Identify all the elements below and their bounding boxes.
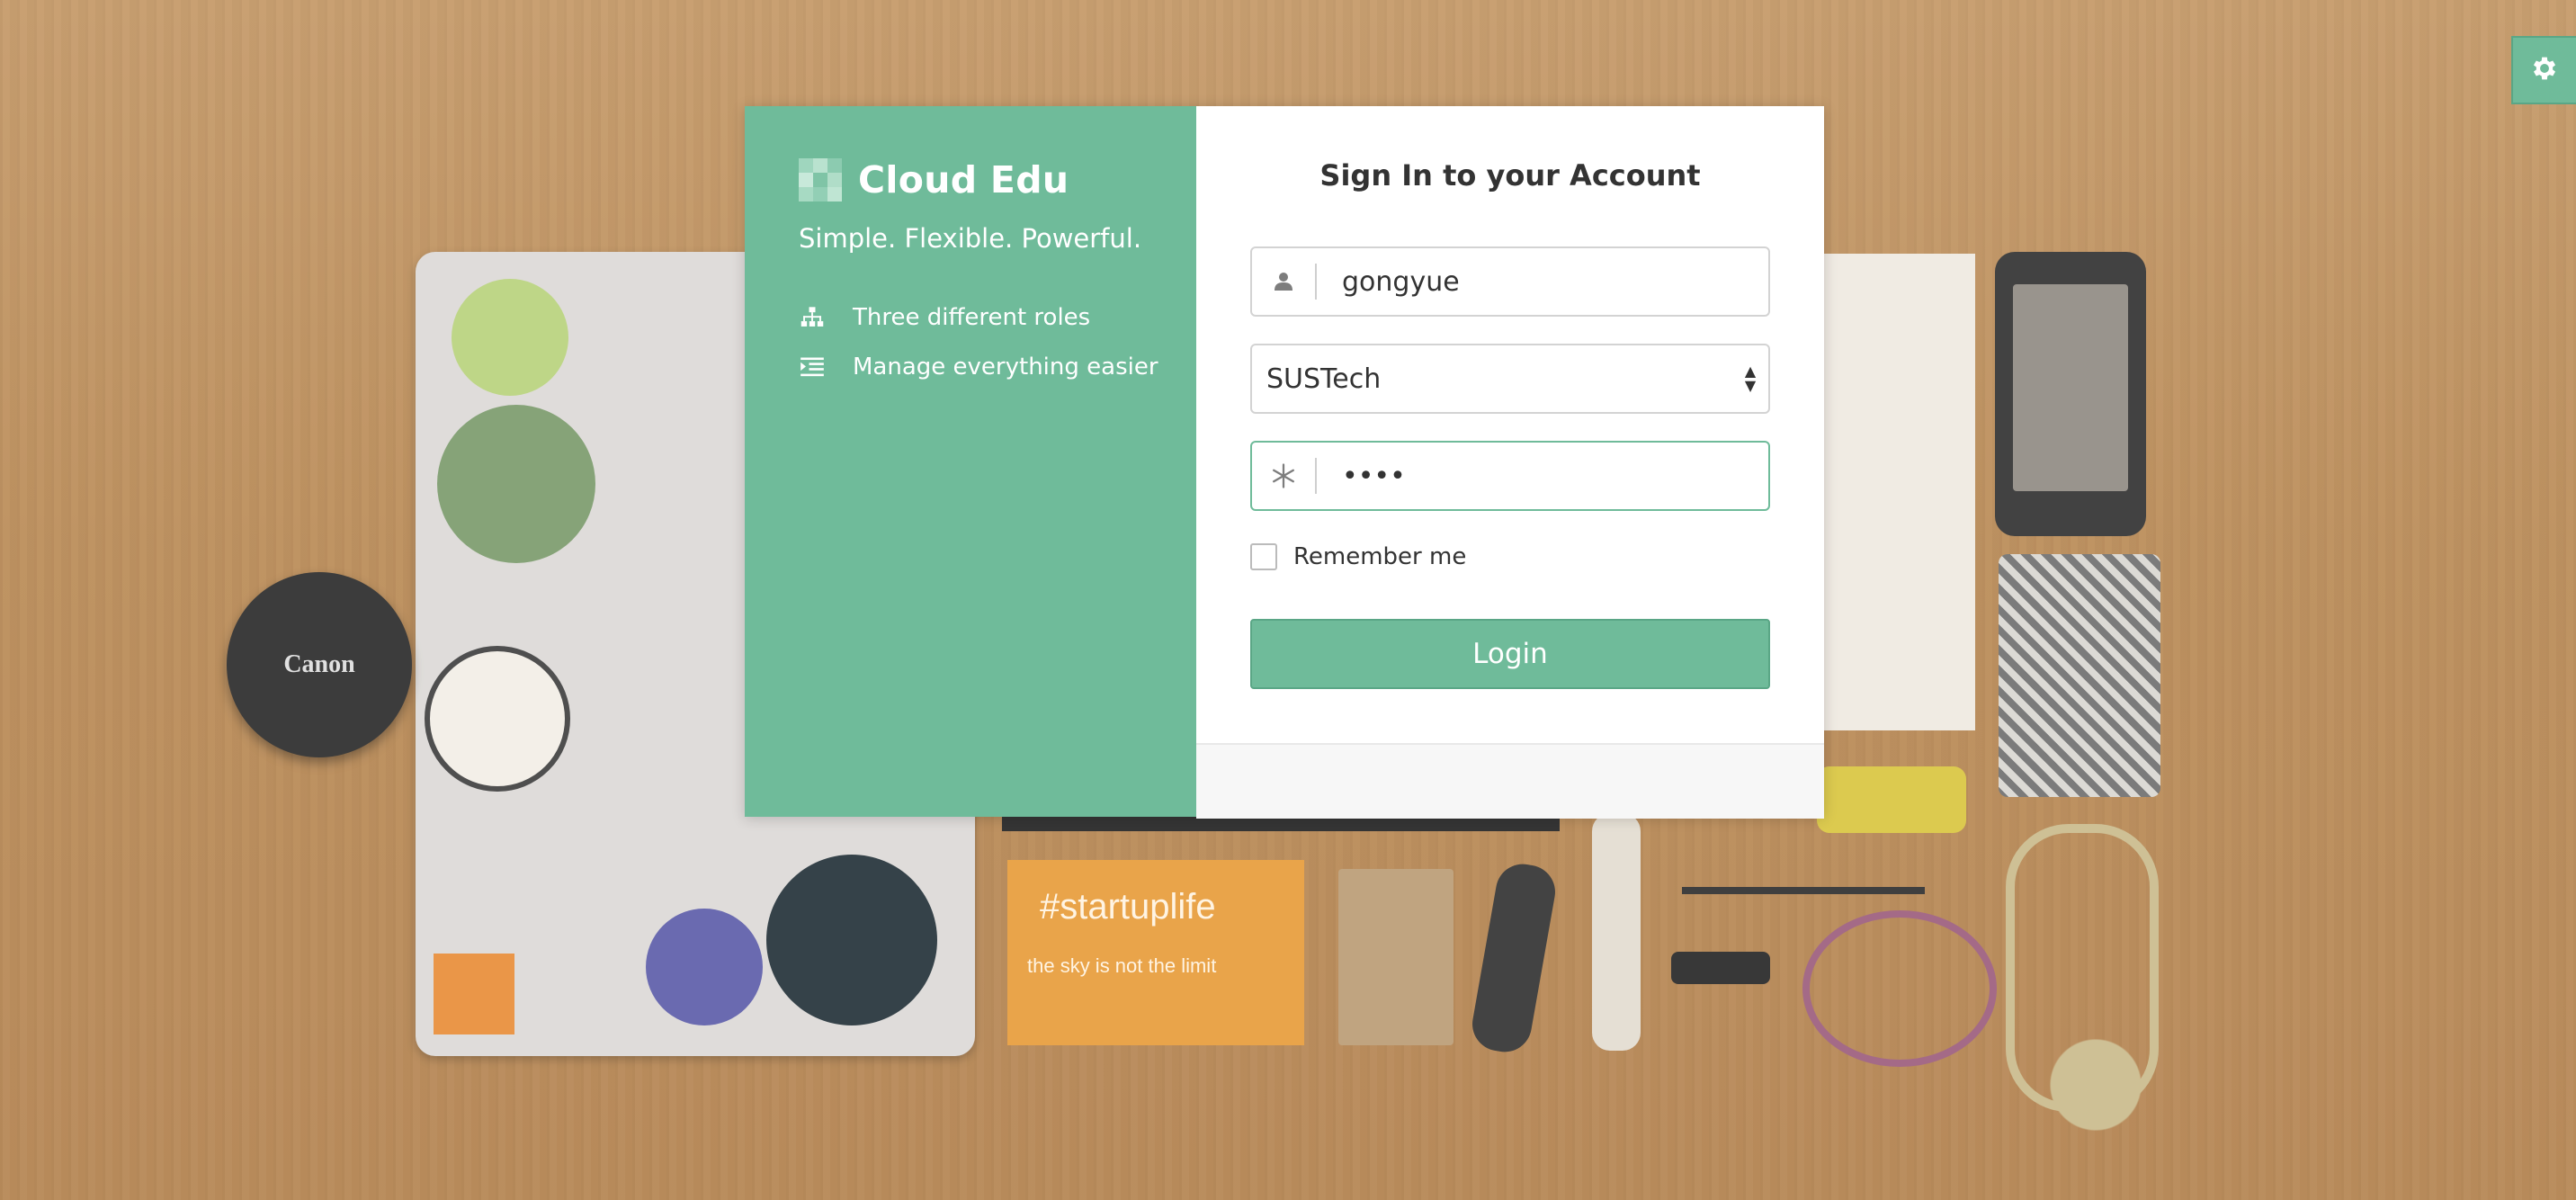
login-button[interactable]: Login — [1250, 619, 1770, 689]
signin-form: Sign In to your Account SUSTech ▲▼ — [1196, 106, 1824, 819]
school-select[interactable]: SUSTech ▲ ▼ — [1250, 344, 1770, 414]
user-icon — [1252, 246, 1315, 317]
form-footer — [1196, 743, 1824, 819]
login-panel: Cloud Edu Simple. Flexible. Powerful. Th… — [745, 106, 1824, 819]
school-select-value: SUSTech — [1266, 363, 1382, 395]
logo-square — [827, 158, 842, 173]
logo-square — [827, 173, 842, 187]
settings-button[interactable] — [2511, 36, 2576, 104]
indent-list-icon — [799, 354, 826, 381]
logo-square — [799, 158, 813, 173]
brand-name: Cloud Edu — [858, 158, 1069, 201]
logo-square — [799, 173, 813, 187]
brand-panel: Cloud Edu Simple. Flexible. Powerful. Th… — [745, 106, 1196, 817]
logo-square — [799, 187, 813, 201]
remember-me: Remember me — [1250, 543, 1466, 570]
logo-square — [827, 187, 842, 201]
logo-square — [813, 158, 827, 173]
select-arrows-icon: ▲ ▼ — [1744, 363, 1757, 394]
sitemap-icon — [799, 304, 826, 331]
username-input[interactable] — [1317, 250, 1768, 313]
password-field — [1250, 441, 1770, 511]
feature-roles: Three different roles — [799, 304, 1090, 331]
password-input[interactable] — [1317, 444, 1768, 507]
remember-me-checkbox[interactable] — [1250, 543, 1277, 570]
gear-icon — [2529, 53, 2560, 87]
tagline: Simple. Flexible. Powerful. — [799, 223, 1142, 254]
feature-roles-label: Three different roles — [853, 304, 1091, 331]
feature-manage: Manage everything easier — [799, 354, 1158, 381]
cloud-edu-logo-icon — [799, 158, 842, 201]
logo-square — [813, 187, 827, 201]
remember-me-label: Remember me — [1293, 543, 1467, 570]
brand: Cloud Edu — [799, 158, 1069, 201]
username-field — [1250, 246, 1770, 317]
feature-manage-label: Manage everything easier — [853, 354, 1158, 381]
logo-square — [813, 173, 827, 187]
signin-title: Sign In to your Account — [1319, 158, 1701, 193]
asterisk-icon — [1252, 441, 1315, 511]
